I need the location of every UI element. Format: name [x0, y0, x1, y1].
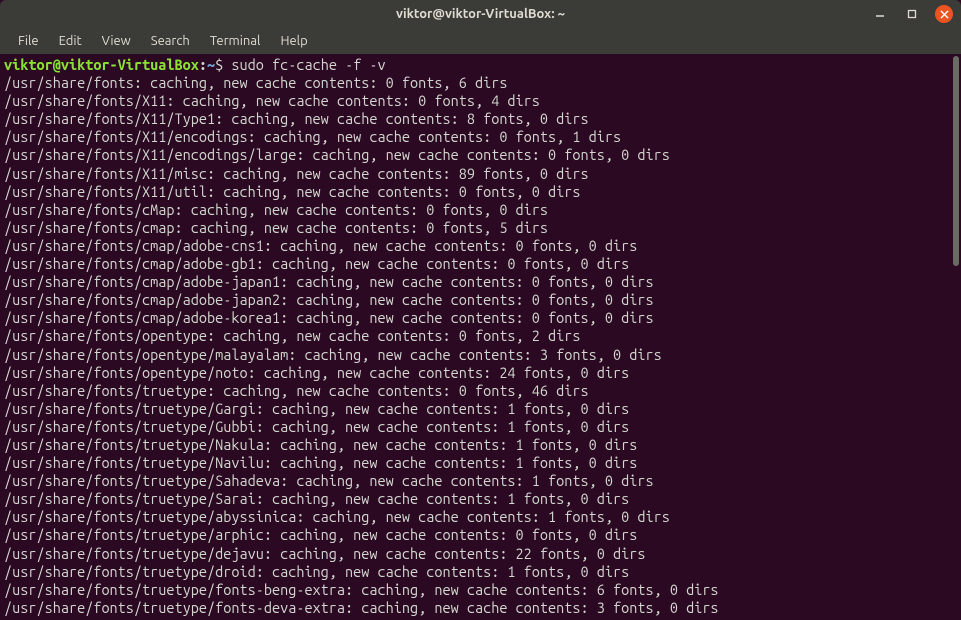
output-line: /usr/share/fonts/truetype/abyssinica: ca…: [4, 508, 957, 526]
menubar: File Edit View Search Terminal Help: [0, 28, 961, 54]
output-line: /usr/share/fonts/X11/encodings/large: ca…: [4, 146, 957, 164]
menu-terminal[interactable]: Terminal: [200, 31, 271, 51]
window-title: viktor@viktor-VirtualBox: ~: [396, 7, 565, 21]
menu-help[interactable]: Help: [270, 31, 317, 51]
output-line: /usr/share/fonts/X11/Type1: caching, new…: [4, 110, 957, 128]
output-line: /usr/share/fonts/truetype/fonts-beng-ext…: [4, 581, 957, 599]
menu-edit[interactable]: Edit: [49, 31, 92, 51]
output-line: /usr/share/fonts/X11/misc: caching, new …: [4, 165, 957, 183]
maximize-icon: [907, 9, 917, 19]
output-line: /usr/share/fonts/opentype/malayalam: cac…: [4, 346, 957, 364]
output-line: /usr/share/fonts/cMap: caching, new cach…: [4, 201, 957, 219]
output-line: /usr/share/fonts/cmap/adobe-gb1: caching…: [4, 255, 957, 273]
maximize-button[interactable]: [903, 5, 921, 23]
scrollbar[interactable]: [951, 54, 961, 620]
close-icon: [940, 10, 949, 19]
terminal-body[interactable]: viktor@viktor-VirtualBox:~$ sudo fc-cach…: [0, 54, 961, 620]
output-line: /usr/share/fonts/truetype/Sahadeva: cach…: [4, 472, 957, 490]
output-line: /usr/share/fonts/X11/util: caching, new …: [4, 183, 957, 201]
output-line: /usr/share/fonts/truetype/Nakula: cachin…: [4, 436, 957, 454]
menu-file[interactable]: File: [8, 31, 49, 51]
output-line: /usr/share/fonts/truetype/Sarai: caching…: [4, 490, 957, 508]
prompt-path: ~: [207, 56, 215, 73]
menu-view[interactable]: View: [92, 31, 141, 51]
close-button[interactable]: [935, 5, 953, 23]
output-line: /usr/share/fonts/cmap/adobe-cns1: cachin…: [4, 237, 957, 255]
scrollbar-thumb[interactable]: [953, 56, 959, 266]
minimize-button[interactable]: [871, 5, 889, 23]
output-line: /usr/share/fonts/X11: caching, new cache…: [4, 92, 957, 110]
output-line: /usr/share/fonts/cmap/adobe-japan1: cach…: [4, 273, 957, 291]
output-line: /usr/share/fonts/truetype/Navilu: cachin…: [4, 454, 957, 472]
output-line: /usr/share/fonts/opentype/noto: caching,…: [4, 364, 957, 382]
prompt-line: viktor@viktor-VirtualBox:~$ sudo fc-cach…: [4, 56, 957, 74]
output-line: /usr/share/fonts/X11/encodings: caching,…: [4, 128, 957, 146]
prompt-sep: :: [199, 56, 207, 73]
output-line: /usr/share/fonts/cmap: caching, new cach…: [4, 219, 957, 237]
output-line: /usr/share/fonts/truetype/fonts-deva-ext…: [4, 599, 957, 617]
output-line: /usr/share/fonts/truetype: caching, new …: [4, 382, 957, 400]
window-controls: [871, 5, 953, 23]
output-line: /usr/share/fonts/truetype/arphic: cachin…: [4, 526, 957, 544]
output-line: /usr/share/fonts/truetype/droid: caching…: [4, 563, 957, 581]
output-line: /usr/share/fonts/truetype/dejavu: cachin…: [4, 545, 957, 563]
prompt-user: viktor@viktor-VirtualBox: [4, 56, 199, 73]
titlebar: viktor@viktor-VirtualBox: ~: [0, 0, 961, 28]
minimize-icon: [875, 9, 885, 19]
output-line: /usr/share/fonts/cmap/adobe-japan2: cach…: [4, 291, 957, 309]
output-line: /usr/share/fonts/opentype: caching, new …: [4, 327, 957, 345]
menu-search[interactable]: Search: [141, 31, 200, 51]
output-line: /usr/share/fonts/cmap/adobe-korea1: cach…: [4, 309, 957, 327]
command-text: sudo fc-cache -f -v: [231, 56, 385, 73]
terminal-output: /usr/share/fonts: caching, new cache con…: [4, 74, 957, 617]
output-line: /usr/share/fonts: caching, new cache con…: [4, 74, 957, 92]
output-line: /usr/share/fonts/truetype/Gargi: caching…: [4, 400, 957, 418]
output-line: /usr/share/fonts/truetype/Gubbi: caching…: [4, 418, 957, 436]
